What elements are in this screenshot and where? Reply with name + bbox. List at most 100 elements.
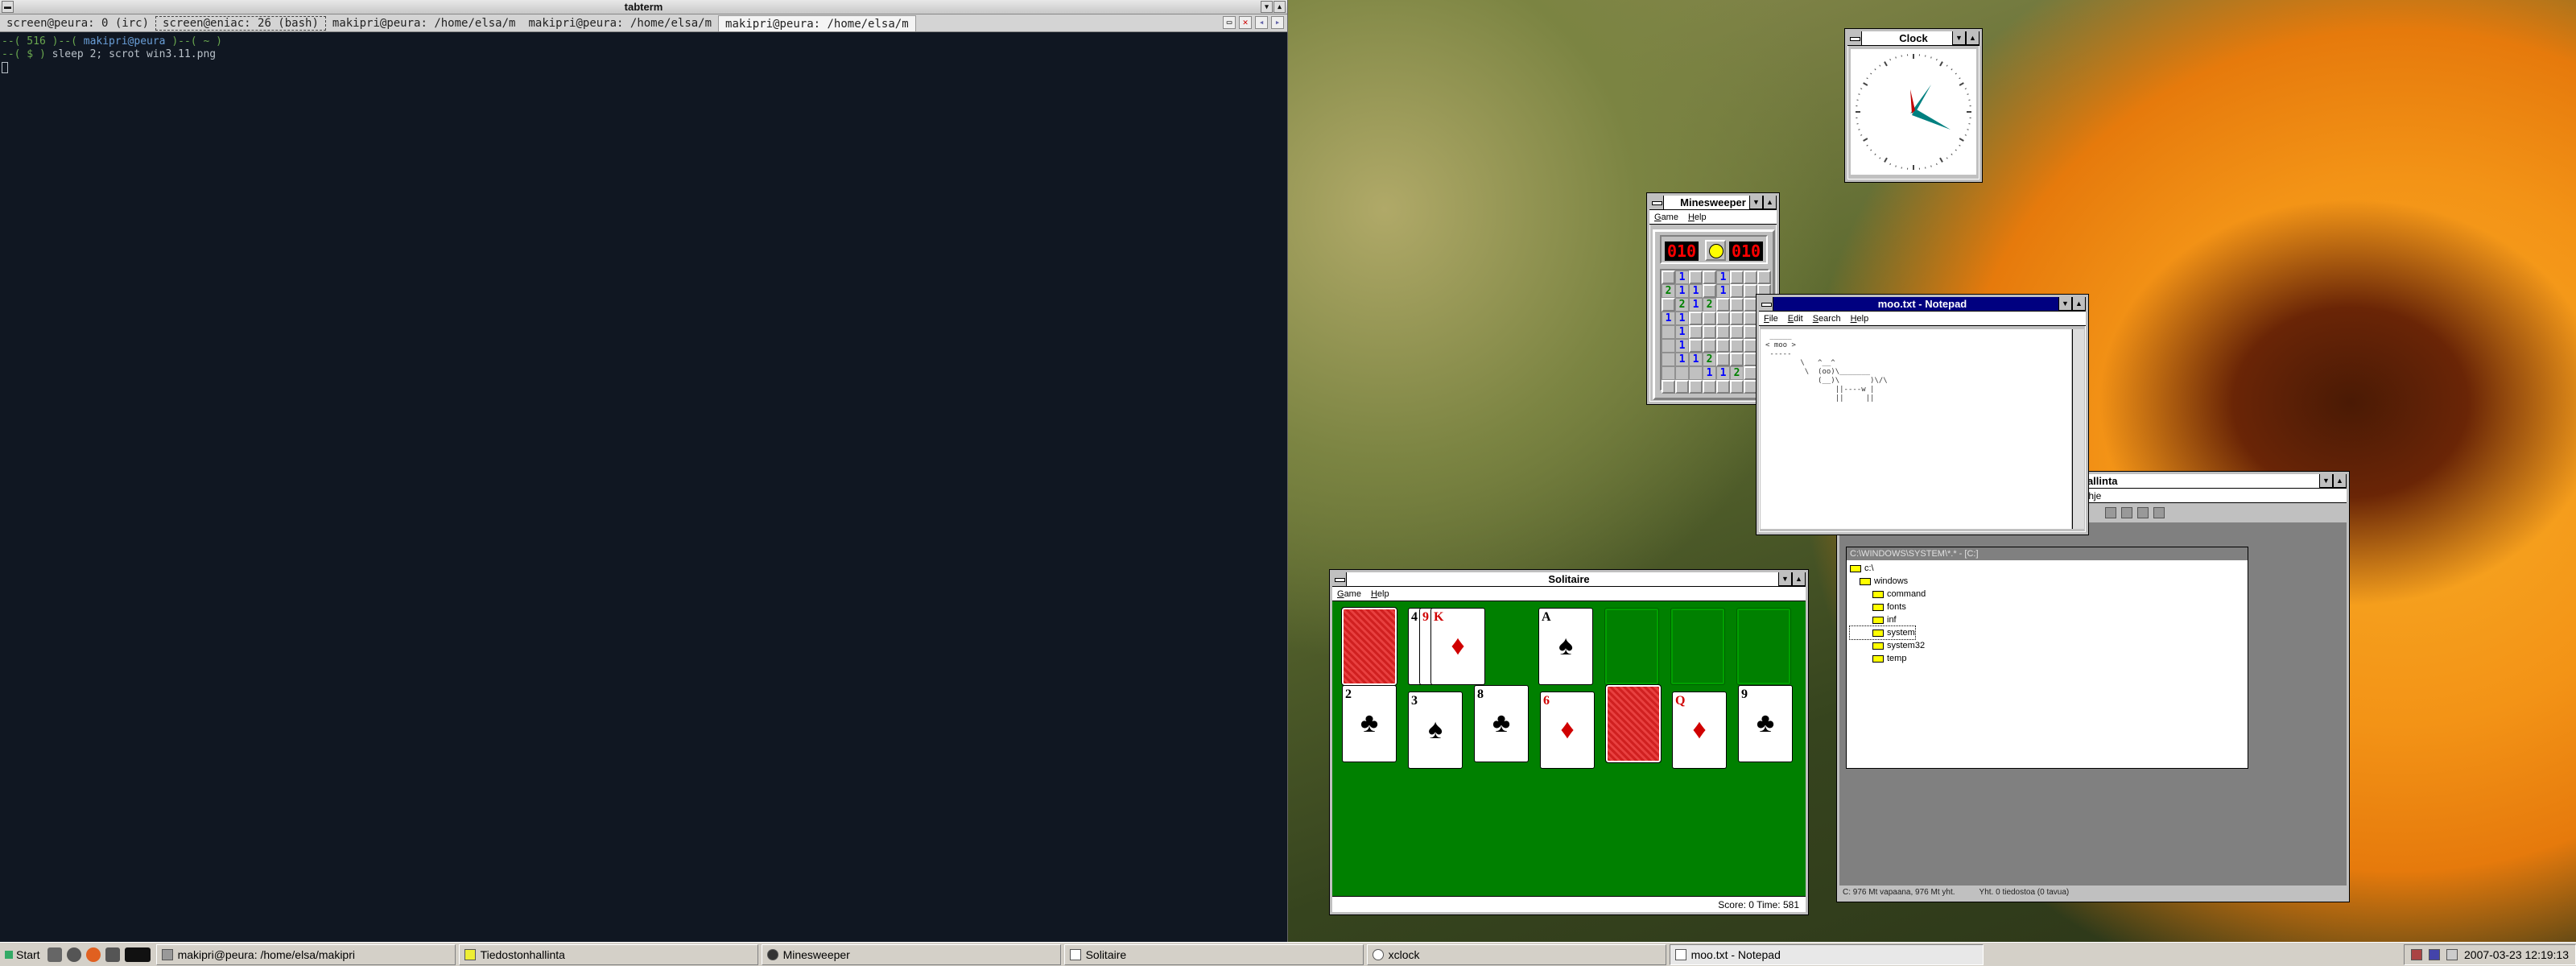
maximize-button[interactable]: ▲ bbox=[1792, 572, 1806, 586]
tab-shell-1[interactable]: makipri@peura: /home/elsa/m bbox=[326, 15, 522, 31]
mine-cell[interactable] bbox=[1744, 353, 1757, 366]
close-tab-icon[interactable]: ✕ bbox=[1239, 16, 1252, 29]
foundation-slot[interactable] bbox=[1670, 608, 1725, 685]
mine-cell[interactable]: 1 bbox=[1689, 353, 1703, 366]
firefox-icon[interactable] bbox=[85, 947, 101, 962]
mine-cell[interactable] bbox=[1689, 270, 1703, 284]
tree-item-system32[interactable]: system32 bbox=[1850, 639, 2244, 652]
mine-cell[interactable] bbox=[1703, 339, 1716, 353]
minimize-button[interactable]: ▼ bbox=[2058, 297, 2072, 311]
menu-help[interactable]: Help bbox=[1851, 312, 1869, 325]
tree-item-fonts[interactable]: fonts bbox=[1850, 601, 2244, 613]
tableau-card[interactable]: 8 ♣ bbox=[1474, 685, 1529, 762]
prev-tab-icon[interactable]: ◂ bbox=[1255, 16, 1268, 29]
mine-cell[interactable]: 1 bbox=[1716, 270, 1730, 284]
settings-icon[interactable] bbox=[66, 947, 81, 962]
menu-help[interactable]: Help bbox=[1371, 587, 1389, 601]
minimize-button[interactable]: ▼ bbox=[1778, 572, 1792, 586]
tab-irc[interactable]: screen@peura: 0 (irc) bbox=[0, 15, 155, 31]
mine-cell[interactable] bbox=[1744, 298, 1757, 312]
waste-card-top[interactable]: K ♦ bbox=[1430, 608, 1485, 685]
maximize-button[interactable]: ▲ bbox=[1966, 31, 1979, 45]
mine-cell[interactable] bbox=[1716, 380, 1730, 394]
mine-cell[interactable]: 1 bbox=[1675, 325, 1689, 339]
mine-cell[interactable] bbox=[1716, 312, 1730, 325]
mine-cell[interactable] bbox=[1744, 312, 1757, 325]
terminal-window[interactable]: ▬ tabterm ▾ ▴ screen@peura: 0 (irc) scre… bbox=[0, 0, 1288, 942]
mine-cell[interactable] bbox=[1730, 284, 1744, 298]
maximize-button[interactable]: ▲ bbox=[2072, 297, 2086, 311]
mine-cell[interactable] bbox=[1744, 380, 1757, 394]
mine-cell[interactable] bbox=[1675, 380, 1689, 394]
task-terminal[interactable]: makipri@peura: /home/elsa/makipri bbox=[155, 943, 456, 965]
view-details-icon[interactable] bbox=[2121, 507, 2132, 518]
mine-cell[interactable]: 1 bbox=[1689, 298, 1703, 312]
tree-item-inf[interactable]: inf bbox=[1850, 613, 2244, 626]
minimize-button[interactable]: ▼ bbox=[2319, 474, 2333, 488]
mine-cell[interactable]: 1 bbox=[1662, 312, 1675, 325]
mine-cell[interactable]: 2 bbox=[1675, 298, 1689, 312]
menu-game[interactable]: Game bbox=[1337, 587, 1361, 601]
mine-cell[interactable] bbox=[1703, 270, 1716, 284]
task-notepad[interactable]: moo.txt - Notepad bbox=[1669, 943, 1984, 965]
mine-cell[interactable] bbox=[1730, 312, 1744, 325]
notepad-titlebar[interactable]: moo.txt - Notepad ▼ ▲ bbox=[1759, 297, 2086, 312]
minimize-button[interactable]: ▾ bbox=[1261, 1, 1273, 13]
task-xclock[interactable]: xclock bbox=[1366, 943, 1666, 965]
terminal-titlebar[interactable]: ▬ tabterm ▾ ▴ bbox=[0, 0, 1287, 14]
directory-window[interactable]: C:\WINDOWS\SYSTEM\*.* - [C:] c:\ windows c… bbox=[1846, 547, 2248, 769]
system-menu-button[interactable] bbox=[1847, 31, 1862, 45]
mine-cell[interactable] bbox=[1744, 284, 1757, 298]
solitaire-window[interactable]: Solitaire ▼ ▲ Game Help 4 9 K ♦ A ♠ 2 ♣ 3 ♠ 8 ♣… bbox=[1329, 569, 1809, 915]
menu-file[interactable]: File bbox=[1764, 312, 1778, 325]
properties-icon[interactable] bbox=[2153, 507, 2165, 518]
foundation-slot[interactable] bbox=[1736, 608, 1791, 685]
foundation-pile[interactable]: A ♠ bbox=[1538, 608, 1593, 685]
tree-item-windows[interactable]: windows bbox=[1850, 575, 2244, 588]
mine-cell[interactable] bbox=[1703, 325, 1716, 339]
menu-edit[interactable]: Edit bbox=[1788, 312, 1803, 325]
tableau-card[interactable]: Q ♦ bbox=[1672, 691, 1727, 769]
tab-bash[interactable]: screen@eniac: 26 (bash) bbox=[155, 15, 326, 31]
clock-window[interactable]: Clock ▼ ▲ bbox=[1844, 28, 1983, 183]
mine-cell[interactable] bbox=[1716, 339, 1730, 353]
mine-cell[interactable] bbox=[1662, 353, 1675, 366]
view-list-icon[interactable] bbox=[2105, 507, 2116, 518]
mine-cell[interactable] bbox=[1716, 298, 1730, 312]
system-menu-button[interactable] bbox=[1649, 196, 1664, 209]
solitaire-titlebar[interactable]: Solitaire ▼ ▲ bbox=[1332, 572, 1806, 587]
mine-cell[interactable] bbox=[1703, 380, 1716, 394]
maximize-button[interactable]: ▲ bbox=[1763, 196, 1777, 209]
maximize-button[interactable]: ▲ bbox=[2333, 474, 2347, 488]
mine-cell[interactable] bbox=[1730, 325, 1744, 339]
mine-cell[interactable]: 1 bbox=[1675, 284, 1689, 298]
minimize-button[interactable]: ▼ bbox=[1749, 196, 1763, 209]
mine-cell[interactable] bbox=[1744, 366, 1757, 380]
search-icon[interactable] bbox=[2137, 507, 2149, 518]
mine-cell[interactable] bbox=[1662, 380, 1675, 394]
task-solitaire[interactable]: Solitaire bbox=[1063, 943, 1364, 965]
network-icon[interactable] bbox=[2429, 948, 2440, 960]
mine-cell[interactable]: 1 bbox=[1689, 284, 1703, 298]
mine-cell[interactable]: 2 bbox=[1703, 353, 1716, 366]
mine-cell[interactable] bbox=[1744, 325, 1757, 339]
mine-cell[interactable]: 2 bbox=[1703, 298, 1716, 312]
menu-game[interactable]: Game bbox=[1654, 210, 1678, 224]
mine-cell[interactable] bbox=[1689, 312, 1703, 325]
mine-cell[interactable]: 1 bbox=[1703, 366, 1716, 380]
terminal-icon[interactable] bbox=[124, 947, 151, 962]
clock-titlebar[interactable]: Clock ▼ ▲ bbox=[1847, 31, 1979, 46]
mine-cell[interactable] bbox=[1675, 366, 1689, 380]
tableau-card[interactable] bbox=[1605, 684, 1662, 763]
mine-cell[interactable] bbox=[1689, 339, 1703, 353]
mine-cell[interactable] bbox=[1662, 366, 1675, 380]
mine-cell[interactable] bbox=[1662, 298, 1675, 312]
foundation-slot[interactable] bbox=[1604, 608, 1659, 685]
menu-help[interactable]: Help bbox=[1688, 210, 1707, 224]
mine-cell[interactable]: 1 bbox=[1675, 353, 1689, 366]
window-menu-button[interactable]: ▬ bbox=[2, 1, 14, 13]
file-manager-window[interactable]: hallinta ▼ ▲ Ohje C:\WINDOWS\SYSTEM\*.* … bbox=[1836, 471, 2350, 902]
mine-cell[interactable] bbox=[1744, 339, 1757, 353]
maximize-button[interactable]: ▴ bbox=[1274, 1, 1286, 13]
mine-cell[interactable]: 1 bbox=[1716, 284, 1730, 298]
